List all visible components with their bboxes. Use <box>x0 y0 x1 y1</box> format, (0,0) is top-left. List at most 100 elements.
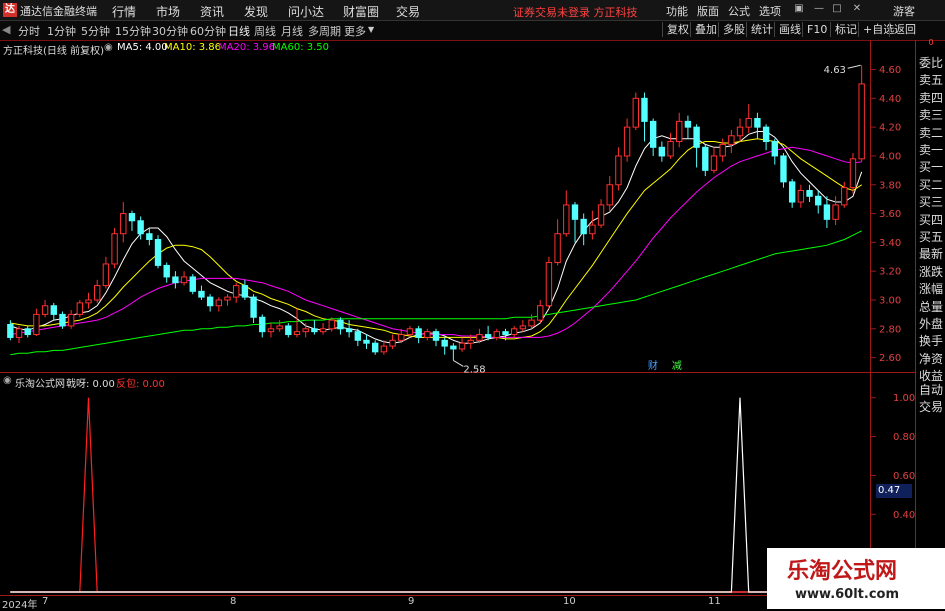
candle-body[interactable] <box>432 331 440 341</box>
candle-body[interactable] <box>858 83 865 160</box>
candle-body[interactable] <box>841 187 848 206</box>
candle-body[interactable] <box>606 184 613 206</box>
candle-body[interactable] <box>276 325 283 330</box>
side-button-8[interactable]: 买三 <box>917 195 945 210</box>
candle-body[interactable] <box>467 339 474 344</box>
candle-body[interactable] <box>728 135 735 145</box>
candle-body[interactable] <box>41 305 49 315</box>
candle-body[interactable] <box>537 305 544 321</box>
candle-body[interactable] <box>623 126 631 157</box>
candle-body[interactable] <box>67 313 75 327</box>
candle-body[interactable] <box>250 296 257 318</box>
candle-body[interactable] <box>736 126 744 137</box>
candle-body[interactable] <box>788 181 796 203</box>
candle-body[interactable] <box>589 224 596 235</box>
candle-body[interactable] <box>832 204 839 220</box>
candle-body[interactable] <box>424 331 431 338</box>
event-badge-reduce[interactable]: 减 <box>672 360 682 372</box>
candle-body[interactable] <box>502 331 509 336</box>
candle-body[interactable] <box>224 296 231 301</box>
candle-body[interactable] <box>215 299 223 307</box>
candle-body[interactable] <box>15 328 23 338</box>
event-badge-finance[interactable]: 财 <box>648 359 658 372</box>
candle-body[interactable] <box>667 141 674 157</box>
candle-body[interactable] <box>580 218 587 235</box>
candle-body[interactable] <box>146 233 153 240</box>
candle-body[interactable] <box>267 328 275 333</box>
side-button-13[interactable]: 涨幅 <box>917 282 945 297</box>
candle-body[interactable] <box>632 97 639 128</box>
candle-body[interactable] <box>328 319 335 330</box>
candle-body[interactable] <box>415 328 422 338</box>
candle-body[interactable] <box>554 233 561 264</box>
candle-body[interactable] <box>285 325 292 336</box>
candle-body[interactable] <box>371 342 379 353</box>
candle-body[interactable] <box>510 328 518 336</box>
candle-body[interactable] <box>649 120 657 148</box>
candle-body[interactable] <box>754 117 761 128</box>
candle-body[interactable] <box>528 319 535 327</box>
candle-body[interactable] <box>676 120 683 143</box>
candle-body[interactable] <box>484 334 492 338</box>
side-button-9[interactable]: 买四 <box>917 213 945 228</box>
candle-body[interactable] <box>563 204 570 235</box>
candle-body[interactable] <box>684 120 692 128</box>
candle-body[interactable] <box>849 158 857 189</box>
candle-body[interactable] <box>206 296 214 307</box>
candle-body[interactable] <box>519 325 527 330</box>
candle-body[interactable] <box>345 328 353 333</box>
candle-body[interactable] <box>128 213 136 222</box>
candle-body[interactable] <box>493 331 501 338</box>
candle-body[interactable] <box>476 334 483 341</box>
candle-body[interactable] <box>571 204 579 220</box>
candle-body[interactable] <box>102 263 110 287</box>
candle-body[interactable] <box>24 328 31 336</box>
candle-body[interactable] <box>693 126 700 148</box>
candle-body[interactable] <box>797 190 805 203</box>
candle-body[interactable] <box>233 285 240 298</box>
candle-body[interactable] <box>311 328 318 333</box>
candle-body[interactable] <box>545 262 553 307</box>
candle-body[interactable] <box>450 345 457 350</box>
candle-body[interactable] <box>76 302 84 315</box>
side-button-7[interactable]: 买二 <box>917 178 945 193</box>
side-button-14[interactable]: 总量 <box>917 300 945 315</box>
side-button-10[interactable]: 买五 <box>917 230 945 245</box>
candle-body[interactable] <box>806 190 813 197</box>
side-button-17[interactable]: 净资 <box>917 352 945 367</box>
side-button-11[interactable]: 最新 <box>917 247 945 262</box>
candle-body[interactable] <box>641 97 648 122</box>
side-button-15[interactable]: 外盘 <box>917 317 945 332</box>
candle-body[interactable] <box>33 313 40 336</box>
candle-body[interactable] <box>59 313 66 327</box>
candle-body[interactable] <box>302 328 309 333</box>
candle-body[interactable] <box>259 316 266 333</box>
auto-trade-button-1[interactable]: 交易 <box>917 400 945 415</box>
side-button-0[interactable]: 委比 <box>917 56 945 71</box>
candle-body[interactable] <box>363 339 370 344</box>
candle-body[interactable] <box>172 276 179 284</box>
side-button-5[interactable]: 卖一 <box>917 143 945 158</box>
candle-body[interactable] <box>198 290 205 298</box>
candle-body[interactable] <box>762 126 770 143</box>
candle-body[interactable] <box>241 285 249 298</box>
side-button-1[interactable]: 卖五 <box>917 73 945 88</box>
candle-body[interactable] <box>771 141 778 157</box>
candle-body[interactable] <box>189 276 196 292</box>
auto-trade-button-0[interactable]: 自动 <box>917 383 945 398</box>
candle-body[interactable] <box>658 146 666 157</box>
side-button-18[interactable]: 收益 <box>917 369 945 384</box>
candle-body[interactable] <box>319 328 327 333</box>
candle-body[interactable] <box>120 213 127 235</box>
candle-body[interactable] <box>389 339 396 347</box>
candle-body[interactable] <box>719 143 726 157</box>
candle-body[interactable] <box>398 334 405 341</box>
side-button-4[interactable]: 卖二 <box>917 126 945 141</box>
candle-body[interactable] <box>180 276 188 284</box>
candle-body[interactable] <box>780 155 787 183</box>
side-button-12[interactable]: 涨跌 <box>917 265 945 280</box>
candle-body[interactable] <box>702 146 709 171</box>
candle-body[interactable] <box>823 204 831 220</box>
side-button-16[interactable]: 换手 <box>917 334 945 349</box>
candle-body[interactable] <box>85 299 92 304</box>
